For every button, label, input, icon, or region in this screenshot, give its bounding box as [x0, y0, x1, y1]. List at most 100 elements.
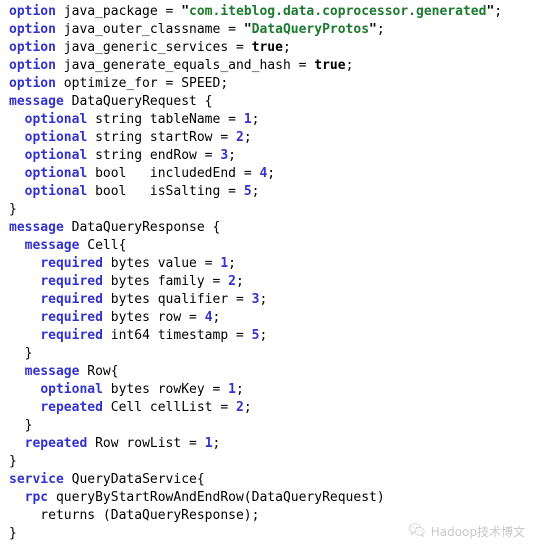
code-token-kw: optional [24, 112, 88, 127]
code-token-id: DataQueryResponse { [63, 220, 221, 235]
code-token-id [9, 382, 40, 397]
code-line: option java_generic_services = true; [9, 39, 502, 57]
code-line: option optimize_for = SPEED; [9, 75, 502, 93]
code-line: option java_generate_equals_and_hash = t… [9, 57, 502, 75]
code-token-id: queryByStartRowAndEndRow(DataQueryReques… [48, 490, 385, 505]
code-token-id: Cell{ [79, 238, 127, 253]
code-token-num: 4 [204, 310, 213, 325]
code-token-kw: optional [24, 148, 88, 163]
code-token-num: 1 [220, 256, 229, 271]
code-token-kw: optional [40, 382, 103, 397]
code-line: } [9, 417, 502, 435]
code-token-id: string endRow = [87, 148, 221, 163]
code-token-pun: ; [259, 292, 268, 307]
code-token-id: java_outer_classname = [55, 22, 244, 37]
code-token-id [9, 130, 25, 145]
code-token-kw: required [40, 256, 103, 271]
code-token-kw: optional [24, 166, 88, 181]
code-token-id: returns (DataQueryResponse); [9, 508, 260, 523]
code-token-num: 2 [228, 274, 236, 289]
code-line: message DataQueryResponse { [9, 219, 502, 237]
code-token-id [9, 256, 40, 271]
code-line: required bytes qualifier = 3; [9, 291, 502, 309]
code-token-kw: message [24, 238, 80, 253]
code-token-pun: ; [228, 256, 236, 271]
code-line: optional bool includedEnd = 4; [9, 165, 502, 183]
code-token-id [9, 184, 25, 199]
code-token-kw: rpc [24, 490, 49, 505]
code-listing: option java_package = "com.iteblog.data.… [0, 0, 502, 543]
code-line: repeated Cell cellList = 2; [9, 399, 502, 417]
code-token-kw: optional [24, 184, 88, 199]
code-token-num: 2 [236, 130, 244, 145]
code-token-qt: " [369, 22, 377, 37]
code-token-kw: required [40, 292, 103, 307]
code-token-qt: " [181, 4, 190, 19]
code-token-bool: true [251, 40, 283, 55]
code-token-pun: } [9, 346, 33, 361]
code-token-id: bytes rowKey = [102, 382, 229, 397]
code-token-pun: } [9, 526, 17, 541]
code-token-pun: ; [282, 40, 291, 55]
code-token-id: DataQueryRequest { [63, 94, 213, 109]
code-token-id: java_generic_services = [55, 40, 252, 55]
code-token-pun: ; [212, 310, 221, 325]
code-token-id [9, 292, 40, 307]
code-token-num: 3 [220, 148, 229, 163]
code-token-pun: ; [376, 22, 385, 37]
code-token-pun: ; [243, 130, 252, 145]
code-token-pun: ; [243, 400, 252, 415]
code-token-pun: ; [345, 58, 354, 73]
code-token-id [9, 238, 25, 253]
code-token-id: java_generate_equals_and_hash = [55, 58, 315, 73]
code-token-kw: message [9, 220, 64, 235]
code-token-id: bool includedEnd = [87, 166, 260, 181]
code-token-kw: repeated [24, 436, 88, 451]
code-token-num: 1 [243, 112, 252, 127]
code-token-kw: repeated [40, 400, 103, 415]
code-line: message DataQueryRequest { [9, 93, 502, 111]
code-token-id [9, 112, 25, 127]
code-token-pun: ; [251, 184, 260, 199]
watermark: Hadoop技术博文 [408, 523, 525, 540]
code-token-kw: option [9, 76, 56, 91]
code-token-id [9, 436, 25, 451]
code-token-num: 1 [228, 382, 236, 397]
watermark-text: Hadoop技术博文 [430, 525, 525, 539]
code-token-kw: required [40, 328, 103, 343]
code-line: repeated Row rowList = 1; [9, 435, 502, 453]
code-line: required int64 timestamp = 5; [9, 327, 502, 345]
code-line: option java_outer_classname = "DataQuery… [9, 21, 502, 39]
code-token-id: string startRow = [87, 130, 236, 145]
code-token-bool: true [314, 58, 346, 73]
code-token-id: bytes qualifier = [102, 292, 252, 307]
code-screenshot: option java_package = "com.iteblog.data.… [0, 0, 541, 552]
code-token-id [9, 490, 25, 505]
code-token-kw: optional [24, 130, 88, 145]
code-token-id: Cell cellList = [102, 400, 236, 415]
code-line: message Row{ [9, 363, 502, 381]
code-line: optional bool isSalting = 5; [9, 183, 502, 201]
code-token-id [9, 274, 40, 289]
code-token-str: com.iteblog.data.coprocessor.generated [189, 4, 487, 19]
code-token-num: 2 [236, 400, 244, 415]
code-token-pun: ; [259, 328, 268, 343]
code-token-id [9, 166, 25, 181]
code-line: required bytes row = 4; [9, 309, 502, 327]
code-token-num: 5 [243, 184, 252, 199]
code-token-pun: ; [236, 274, 244, 289]
code-token-id: Row rowList = [87, 436, 205, 451]
code-token-pun: ; [236, 382, 244, 397]
code-line: rpc queryByStartRowAndEndRow(DataQueryRe… [9, 489, 502, 507]
code-token-pun: } [9, 418, 33, 433]
code-token-id [9, 310, 40, 325]
code-token-kw: required [40, 310, 103, 325]
code-token-num: 1 [204, 436, 213, 451]
code-line: } [9, 453, 502, 471]
code-token-kw: message [24, 364, 80, 379]
code-token-kw: message [9, 94, 64, 109]
code-token-str: DataQueryProtos [251, 22, 370, 37]
code-line: } [9, 345, 502, 363]
code-line: optional string tableName = 1; [9, 111, 502, 129]
code-token-pun: ; [228, 148, 236, 163]
